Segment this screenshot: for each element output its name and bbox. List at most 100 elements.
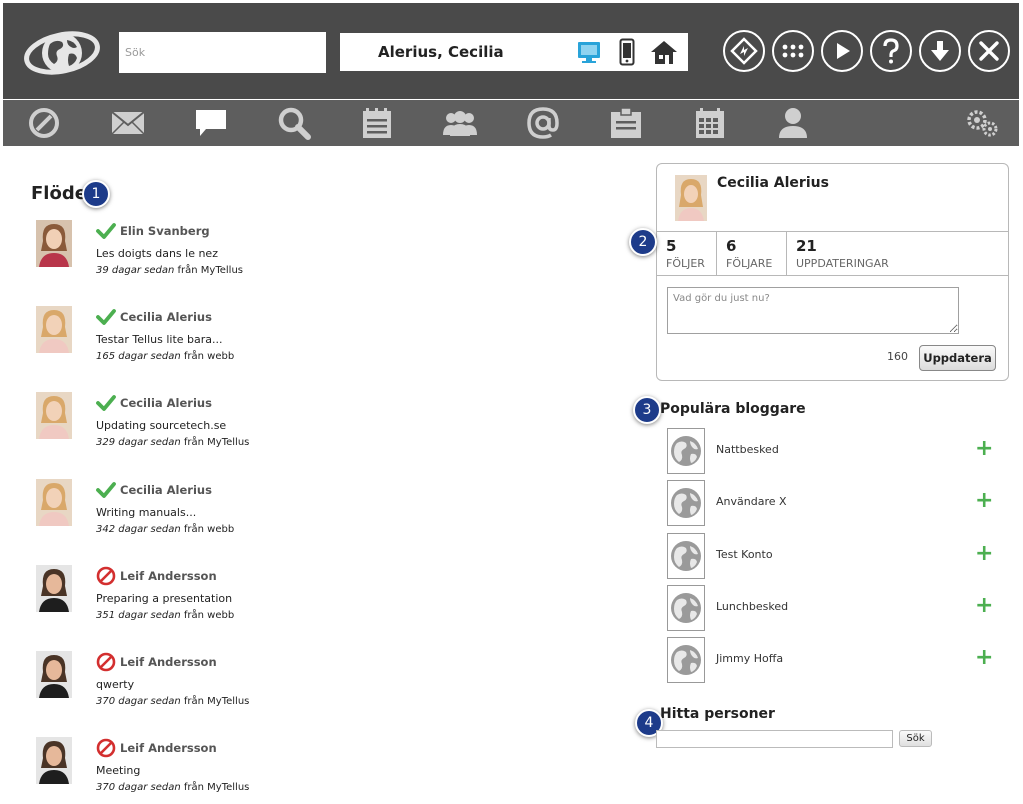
chat-icon (196, 110, 226, 136)
post-meta: 329 dagar sedan från MyTellus (96, 437, 249, 448)
help-button[interactable] (870, 30, 912, 72)
feed-post: Leif Andersson Meeting 370 dagar sedan frå… (30, 737, 590, 803)
blogger-name[interactable]: Jimmy Hoffa (716, 652, 783, 665)
user-name: Alerius, Cecilia (378, 43, 504, 61)
nav-mentions[interactable] (525, 106, 561, 140)
avatar[interactable] (36, 392, 72, 440)
groups-icon (443, 111, 477, 136)
bloggers-title: Populära bloggare (660, 401, 806, 417)
stat-followers-label: FÖLJARE (726, 257, 773, 270)
blogger-name[interactable]: Nattbesked (716, 443, 779, 456)
play-button[interactable] (821, 30, 863, 72)
globe-icon (671, 540, 701, 571)
avatar[interactable] (667, 480, 705, 527)
globe-icon (671, 488, 701, 519)
app-window: Alerius, Cecilia (0, 0, 1023, 804)
feed-post: Cecilia Alerius Updating sourcetech.se 329… (30, 392, 590, 458)
apps-button[interactable] (772, 30, 814, 72)
nav-mail[interactable] (110, 106, 146, 140)
post-text: Testar Tellus lite bara... (96, 333, 223, 347)
avatar[interactable] (667, 637, 705, 684)
find-people-button[interactable]: Sök (899, 730, 932, 747)
post-author[interactable]: Cecilia Alerius (120, 483, 212, 497)
nav-calendar[interactable] (692, 106, 728, 140)
desktop-icon[interactable] (576, 38, 602, 66)
stat-following-label: FÖLJER (666, 257, 705, 270)
settings-icon (967, 110, 998, 137)
globe-icon (671, 436, 701, 466)
avatar[interactable] (36, 737, 72, 785)
feed-post: Leif Andersson qwerty 370 dagar sedan från… (30, 651, 590, 717)
post-meta: 370 dagar sedan från MyTellus (96, 696, 249, 707)
home-icon[interactable] (650, 38, 678, 66)
avatar[interactable] (36, 220, 72, 267)
post-author[interactable]: Cecilia Alerius (120, 396, 212, 410)
follow-add-button[interactable]: + (975, 594, 993, 617)
stat-following[interactable]: 5 FÖLJER (657, 232, 717, 275)
logo (24, 31, 100, 75)
close-button[interactable] (968, 30, 1010, 72)
nav-chat[interactable] (193, 106, 229, 140)
post-author[interactable]: Cecilia Alerius (120, 310, 212, 324)
user-panel: Alerius, Cecilia (340, 33, 688, 71)
nav-profile[interactable] (775, 106, 811, 140)
post-author[interactable]: Elin Svanberg (120, 224, 210, 238)
stat-followers[interactable]: 6 FÖLJARE (717, 232, 787, 275)
post-time: 329 dagar sedan (96, 437, 181, 449)
follow-add-button[interactable]: + (975, 490, 993, 512)
avatar[interactable] (667, 532, 705, 579)
sync-button[interactable] (723, 30, 765, 72)
post-text: Preparing a presentation (96, 591, 233, 605)
blocked-icon (96, 652, 116, 672)
blogger-name[interactable]: Test Konto (716, 548, 773, 561)
blocked-icon (96, 738, 116, 758)
check-icon (96, 395, 116, 412)
avatar[interactable] (667, 428, 705, 474)
follow-add-button[interactable]: + (975, 438, 993, 460)
blogger-name[interactable]: Användare X (716, 495, 787, 508)
avatar[interactable] (36, 564, 72, 612)
avatar (675, 175, 707, 221)
download-button[interactable] (919, 30, 961, 72)
stat-updates-label: UPPDATERINGAR (796, 257, 889, 270)
blogger-item: Jimmy Hoffa + (666, 637, 996, 685)
blogger-item: Test Konto + (666, 532, 996, 581)
post-time: 342 dagar sedan (96, 523, 181, 535)
post-author[interactable]: Leif Andersson (120, 655, 217, 669)
avatar[interactable] (36, 306, 72, 354)
follow-add-button[interactable]: + (975, 542, 993, 565)
calendar-icon (696, 108, 724, 138)
search-input[interactable] (119, 32, 326, 73)
stat-following-count: 5 (666, 237, 677, 255)
stat-followers-count: 6 (726, 237, 737, 255)
status-input[interactable] (667, 287, 959, 334)
update-button[interactable]: Uppdatera (919, 345, 996, 371)
nav-settings[interactable] (963, 106, 1001, 140)
blogger-name[interactable]: Lunchbesked (716, 600, 788, 613)
profile-card: Cecilia Alerius 5 FÖLJER 6 FÖLJARE 21 UP… (656, 163, 1009, 381)
mobile-icon[interactable] (619, 38, 635, 66)
post-author[interactable]: Leif Andersson (120, 569, 217, 583)
post-meta: 342 dagar sedan från webb (96, 524, 234, 535)
avatar[interactable] (36, 651, 72, 698)
nav-notes[interactable] (359, 106, 395, 140)
find-people-title: Hitta personer (660, 706, 775, 722)
avatar[interactable] (667, 584, 705, 631)
clipboard-icon (611, 107, 641, 138)
search-icon (278, 107, 311, 140)
stat-updates[interactable]: 21 UPPDATERINGAR (787, 232, 1008, 275)
nav-groups[interactable] (441, 106, 479, 140)
avatar[interactable] (36, 478, 72, 526)
profile-icon (779, 108, 807, 138)
post-time: 370 dagar sedan (96, 782, 181, 794)
nav-search[interactable] (276, 106, 312, 140)
post-source: från MyTellus (183, 696, 250, 707)
nav-block[interactable] (27, 106, 61, 140)
help-icon (883, 38, 899, 64)
post-time: 351 dagar sedan (96, 609, 181, 621)
find-people-input[interactable] (656, 730, 893, 748)
follow-add-button[interactable]: + (975, 647, 993, 669)
check-icon (96, 481, 116, 498)
nav-clipboard[interactable] (608, 106, 644, 140)
post-author[interactable]: Leif Andersson (120, 741, 217, 755)
